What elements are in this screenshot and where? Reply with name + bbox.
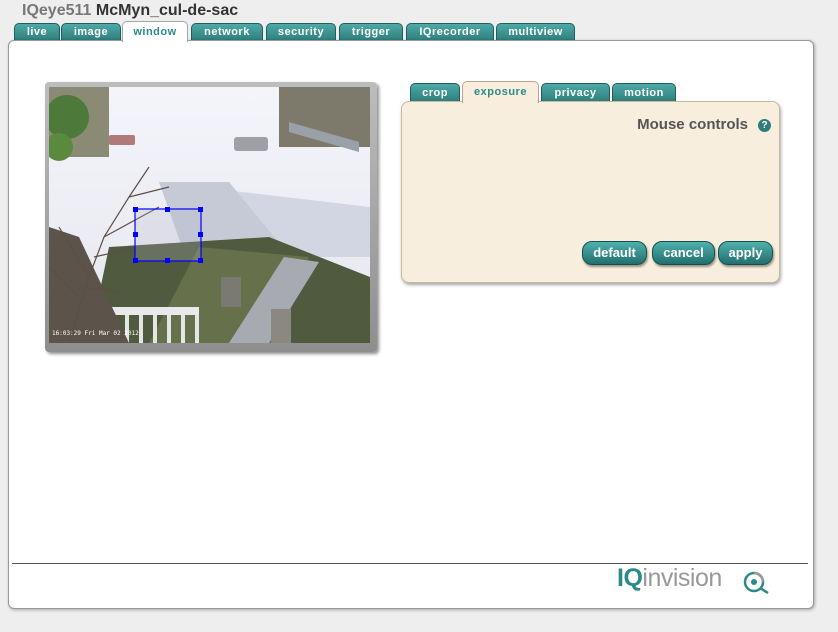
camera-name: McMyn_cul-de-sac bbox=[95, 2, 239, 19]
tab-trigger[interactable]: trigger bbox=[339, 23, 403, 41]
iqinvision-logo: IQinvision bbox=[617, 564, 722, 593]
camera-view-frame: 16:03:29 Fri Mar 02 2012 bbox=[45, 82, 377, 352]
subtab-exposure[interactable]: exposure bbox=[462, 81, 539, 103]
tab-iqrecorder[interactable]: IQrecorder bbox=[406, 23, 494, 41]
subtab-motion[interactable]: motion bbox=[612, 83, 676, 102]
logo-iq: IQ bbox=[617, 564, 643, 592]
tab-window[interactable]: window bbox=[122, 21, 188, 42]
tab-live[interactable]: live bbox=[14, 23, 60, 41]
logo-invision: invision bbox=[642, 564, 722, 592]
tab-multiview[interactable]: multiview bbox=[496, 23, 575, 41]
subtab-privacy[interactable]: privacy bbox=[541, 83, 610, 102]
camera-image[interactable]: 16:03:29 Fri Mar 02 2012 bbox=[49, 87, 370, 343]
apply-button[interactable]: apply bbox=[718, 241, 773, 265]
camera-model: IQeye511 bbox=[22, 2, 92, 19]
mouse-controls-title: Mouse controls bbox=[637, 116, 748, 133]
default-button[interactable]: default bbox=[582, 241, 647, 265]
camera-timestamp: 16:03:29 Fri Mar 02 2012 bbox=[52, 330, 139, 337]
tab-security[interactable]: security bbox=[266, 23, 336, 41]
exposure-control-box: Mouse controls ? default cancel apply bbox=[401, 101, 780, 283]
tab-network[interactable]: network bbox=[191, 23, 263, 41]
page-title: IQeye511 McMyn_cul-de-sac bbox=[22, 2, 238, 20]
subtab-crop[interactable]: crop bbox=[410, 83, 460, 102]
iqinvision-q-icon bbox=[743, 571, 769, 595]
cancel-button[interactable]: cancel bbox=[652, 241, 715, 265]
tab-image[interactable]: image bbox=[61, 23, 121, 41]
help-icon[interactable]: ? bbox=[758, 119, 771, 132]
